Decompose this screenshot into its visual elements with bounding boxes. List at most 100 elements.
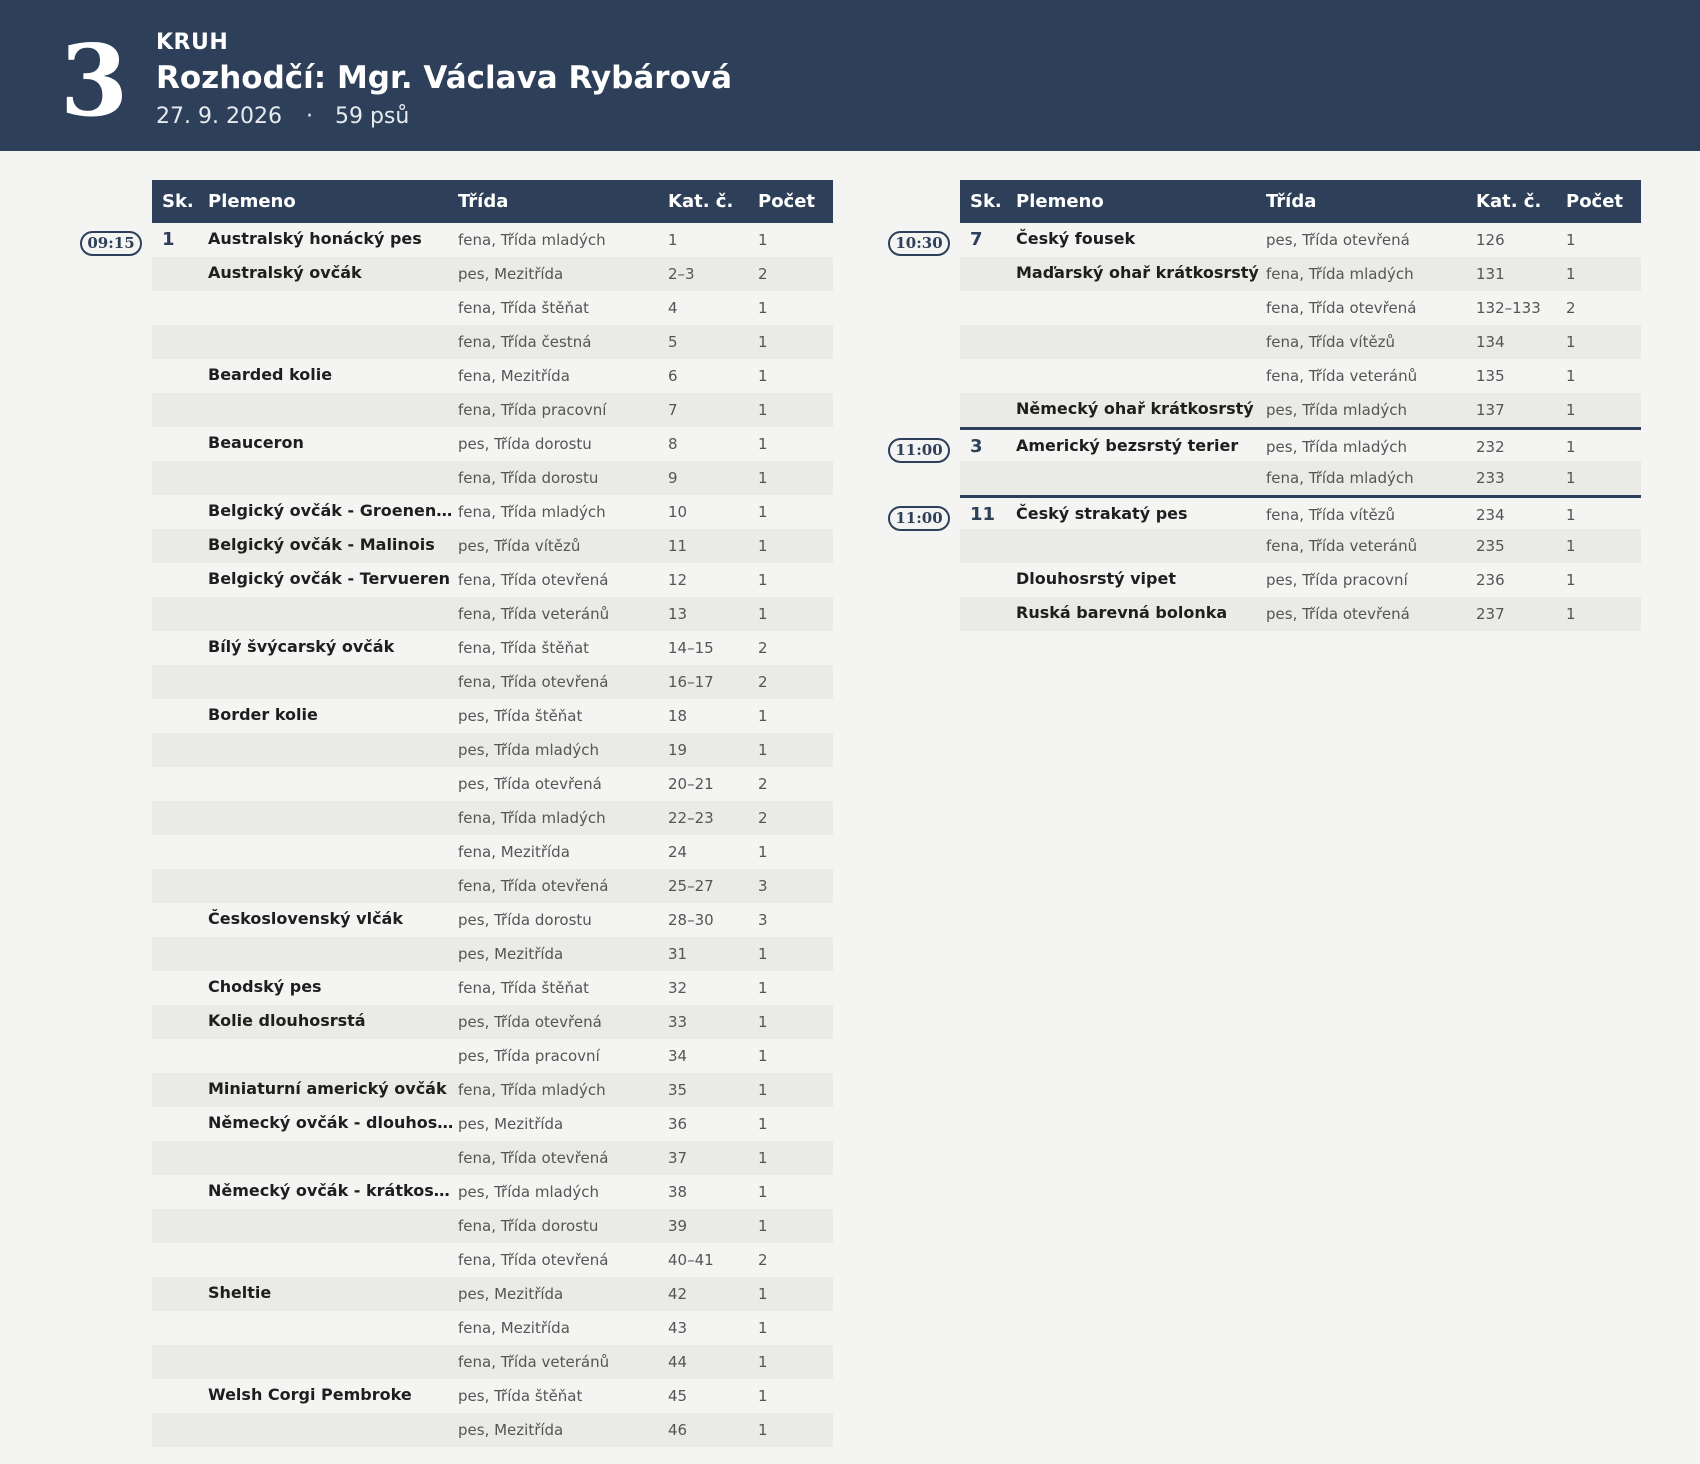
breed-name: Ruská barevná bolonka <box>1016 603 1228 622</box>
time-badge: 11:00 <box>888 438 950 463</box>
dog-count-cell: 1 <box>758 741 768 759</box>
class-name: fena, Třída štěňat <box>458 299 590 317</box>
table-row: fena, Třída dorostu 39 1 <box>152 1209 833 1243</box>
catalog-number: 22–23 <box>668 809 714 827</box>
table-row: pes, Mezitřída 31 1 <box>152 937 833 971</box>
table-row: Německý ovčák - krátkosrstý pes, Třída ml… <box>152 1175 833 1209</box>
dog-count-cell: 1 <box>1566 438 1576 456</box>
class-name: fena, Třída štěňat <box>458 639 590 657</box>
table-row: Maďarský ohař krátkosrstý fena, Třída mla… <box>960 257 1641 291</box>
dog-count-cell: 2 <box>758 265 768 283</box>
catalog-number: 132–133 <box>1476 299 1541 317</box>
catalog-number: 131 <box>1476 265 1505 283</box>
table-row: Kolie dlouhosrstá pes, Třída otevřená 33 1 <box>152 1005 833 1039</box>
class-name: fena, Třída vítězů <box>1266 506 1396 524</box>
table-row: fena, Třída veteránů 235 1 <box>960 529 1641 563</box>
breed-name: Kolie dlouhosrstá <box>208 1011 366 1030</box>
dog-count-cell: 1 <box>1566 469 1576 487</box>
dog-count-cell: 1 <box>758 843 768 861</box>
dog-count-cell: 1 <box>758 299 768 317</box>
dog-count-cell: 1 <box>758 1387 768 1405</box>
table-row: Welsh Corgi Pembroke pes, Třída štěňat 45 1 <box>152 1379 833 1413</box>
dog-count-cell: 1 <box>758 1217 768 1235</box>
dog-count-cell: 1 <box>758 435 768 453</box>
dog-count-cell: 1 <box>758 945 768 963</box>
breed-name: Československý vlčák <box>208 909 403 928</box>
catalog-number: 134 <box>1476 333 1505 351</box>
class-name: fena, Třída dorostu <box>458 1217 599 1235</box>
col-header-count: Počet <box>758 191 816 212</box>
table-header: Sk. Plemeno Třída Kat. č. Počet <box>960 180 1641 223</box>
class-name: fena, Třída mladých <box>458 809 606 827</box>
class-name: fena, Třída veteránů <box>1266 367 1418 385</box>
dog-count: 59 psů <box>334 104 410 129</box>
catalog-number: 32 <box>668 979 688 997</box>
class-name: fena, Třída veteránů <box>458 605 610 623</box>
table-row: fena, Třída otevřená 16–17 2 <box>152 665 833 699</box>
breed-name: Miniaturní americký ovčák <box>208 1079 447 1098</box>
catalog-number: 34 <box>668 1047 688 1065</box>
time-badge: 10:30 <box>888 231 950 256</box>
catalog-number: 126 <box>1476 231 1505 249</box>
dog-count-cell: 1 <box>1566 265 1576 283</box>
table-row: pes, Třída otevřená 20–21 2 <box>152 767 833 801</box>
catalog-number: 5 <box>668 333 678 351</box>
class-name: fena, Třída otevřená <box>458 673 609 691</box>
table-row: fena, Třída otevřená 37 1 <box>152 1141 833 1175</box>
class-name: pes, Třída vítězů <box>458 537 581 555</box>
dog-count-cell: 2 <box>758 1251 768 1269</box>
table-row: fena, Mezitřída 24 1 <box>152 835 833 869</box>
catalog-number: 28–30 <box>668 911 714 929</box>
table-row: Beauceron pes, Třída dorostu 8 1 <box>152 427 833 461</box>
col-header-cat: Kat. č. <box>1476 191 1542 212</box>
table-row: fena, Třída pracovní 7 1 <box>152 393 833 427</box>
breed-name: Chodský pes <box>208 977 322 996</box>
table-row: fena, Třída štěňat 4 1 <box>152 291 833 325</box>
catalog-number: 16–17 <box>668 673 714 691</box>
catalog-number: 31 <box>668 945 688 963</box>
dog-count-cell: 1 <box>758 1183 768 1201</box>
dog-count-cell: 1 <box>758 333 768 351</box>
dog-count-cell: 1 <box>758 979 768 997</box>
table-body: 09:15 1 Australský honácký pes fena, Třída … <box>80 223 833 1447</box>
breed-name: Sheltie <box>208 1283 272 1302</box>
class-name: fena, Třída otevřená <box>1266 299 1417 317</box>
ring-number: 3 <box>60 24 129 139</box>
class-name: fena, Třída otevřená <box>458 877 609 895</box>
breed-name: Australský ovčák <box>208 263 362 282</box>
class-name: fena, Třída čestná <box>458 333 592 351</box>
class-name: pes, Třída otevřená <box>1266 231 1410 249</box>
table-row: Miniaturní americký ovčák fena, Třída mla… <box>152 1073 833 1107</box>
breed-name: Beauceron <box>208 433 304 452</box>
col-header-cat: Kat. č. <box>668 191 734 212</box>
breed-name: Australský honácký pes <box>208 229 422 248</box>
dog-count-cell: 1 <box>758 469 768 487</box>
catalog-number: 12 <box>668 571 688 589</box>
time-badge: 09:15 <box>80 231 142 256</box>
class-name: fena, Třída štěňat <box>458 979 590 997</box>
class-name: fena, Třída mladých <box>1266 265 1414 283</box>
dog-count-cell: 1 <box>758 1353 768 1371</box>
class-name: pes, Mezitřída <box>458 265 564 283</box>
ring-label: KRUH <box>156 30 229 55</box>
table-row: fena, Třída veteránů 13 1 <box>152 597 833 631</box>
separator: · <box>305 104 313 129</box>
dog-count-cell: 1 <box>1566 401 1576 419</box>
catalog-number: 10 <box>668 503 688 521</box>
breed-name: Welsh Corgi Pembroke <box>208 1385 412 1404</box>
dog-count-cell: 1 <box>1566 537 1576 555</box>
table-row: Dlouhosrstý vipet pes, Třída pracovní 236 1 <box>960 563 1641 597</box>
dog-count-cell: 1 <box>758 1013 768 1031</box>
catalog-number: 18 <box>668 707 688 725</box>
class-name: fena, Třída dorostu <box>458 469 599 487</box>
judge-name: Rozhodčí: Mgr. Václava Rybárová <box>156 60 732 96</box>
table-row: Sheltie pes, Mezitřída 42 1 <box>152 1277 833 1311</box>
table-row: fena, Třída dorostu 9 1 <box>152 461 833 495</box>
table-row: Německý ovčák - dlouhosrstý pes, Mezitříd… <box>152 1107 833 1141</box>
table-row: fena, Třída veteránů 135 1 <box>960 359 1641 393</box>
class-name: pes, Třída dorostu <box>458 435 592 453</box>
breed-name: Německý ohař krátkosrstý <box>1016 399 1254 418</box>
schedule-table-left: Sk. Plemeno Třída Kat. č. Počet 09:15 1 Au… <box>80 180 833 1447</box>
class-name: fena, Mezitřída <box>458 1319 570 1337</box>
dog-count-cell: 3 <box>758 911 768 929</box>
